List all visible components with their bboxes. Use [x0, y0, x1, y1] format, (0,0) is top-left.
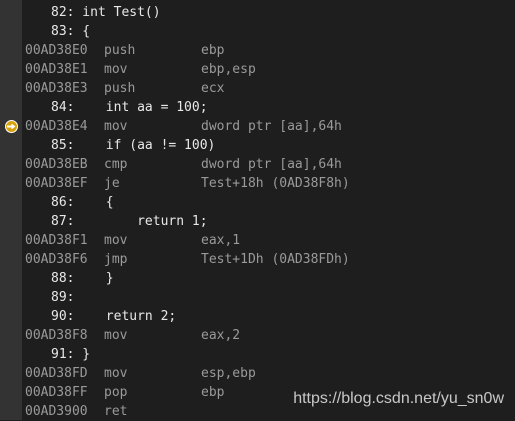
asm-operands: Test+18h (0AD38F8h) [201, 176, 350, 191]
source-line-text: 88: } [51, 271, 114, 286]
source-line-text: 89: [51, 290, 75, 305]
asm-mnemonic: mov [104, 119, 128, 134]
asm-address: 00AD38E3 [25, 81, 88, 96]
asm-operands: ecx [201, 81, 225, 96]
asm-mnemonic: mov [104, 328, 128, 343]
source-line-text: 82: int Test() [51, 5, 161, 20]
asm-operands: eax,2 [201, 328, 241, 343]
asm-address: 00AD38F1 [25, 233, 88, 248]
asm-operands: dword ptr [aa],64h [201, 157, 342, 172]
asm-operands: ebp [201, 385, 225, 400]
asm-mnemonic: ret [104, 404, 128, 419]
source-line-text: 83: { [51, 24, 91, 39]
disassembly-view: 82: int Test() 83: { 00AD38E0 push ebp 00AD38… [0, 0, 515, 420]
asm-address: 00AD38E1 [25, 62, 88, 77]
source-line-text: 84: int aa = 100; [51, 100, 208, 115]
asm-address: 00AD38E4 [25, 119, 88, 134]
asm-operands: esp,ebp [201, 366, 256, 381]
asm-mnemonic: cmp [104, 157, 128, 172]
asm-mnemonic: push [104, 43, 136, 58]
asm-address: 00AD3900 [25, 404, 88, 419]
source-line-text: 90: return 2; [51, 309, 177, 324]
asm-mnemonic: pop [104, 385, 128, 400]
source-line-text: 87: return 1; [51, 214, 208, 229]
asm-operands: eax,1 [201, 233, 241, 248]
asm-operands: dword ptr [aa],64h [201, 119, 342, 134]
asm-address: 00AD38E0 [25, 43, 88, 58]
asm-address: 00AD38FF [25, 385, 88, 400]
asm-mnemonic: mov [104, 366, 128, 381]
instruction-pointer-arrow-icon [5, 120, 18, 133]
asm-operands: Test+1Dh (0AD38FDh) [201, 252, 350, 267]
asm-mnemonic: je [104, 176, 120, 191]
source-line-text: 85: if (aa != 100) [51, 138, 216, 153]
watermark: https://blog.csdn.net/yu_sn0w [293, 390, 504, 407]
asm-mnemonic: mov [104, 233, 128, 248]
asm-address: 00AD38EF [25, 176, 88, 191]
source-line-text: 86: { [51, 195, 114, 210]
asm-mnemonic: push [104, 81, 136, 96]
asm-address: 00AD38FD [25, 366, 88, 381]
asm-operands: ebp,esp [201, 62, 256, 77]
indicator-margin[interactable] [0, 0, 22, 420]
asm-address: 00AD38F8 [25, 328, 88, 343]
asm-mnemonic: jmp [104, 252, 128, 267]
asm-mnemonic: mov [104, 62, 128, 77]
asm-operands: ebp [201, 43, 225, 58]
asm-address: 00AD38EB [25, 157, 88, 172]
asm-address: 00AD38F6 [25, 252, 88, 267]
source-line-text: 91: } [51, 347, 91, 362]
